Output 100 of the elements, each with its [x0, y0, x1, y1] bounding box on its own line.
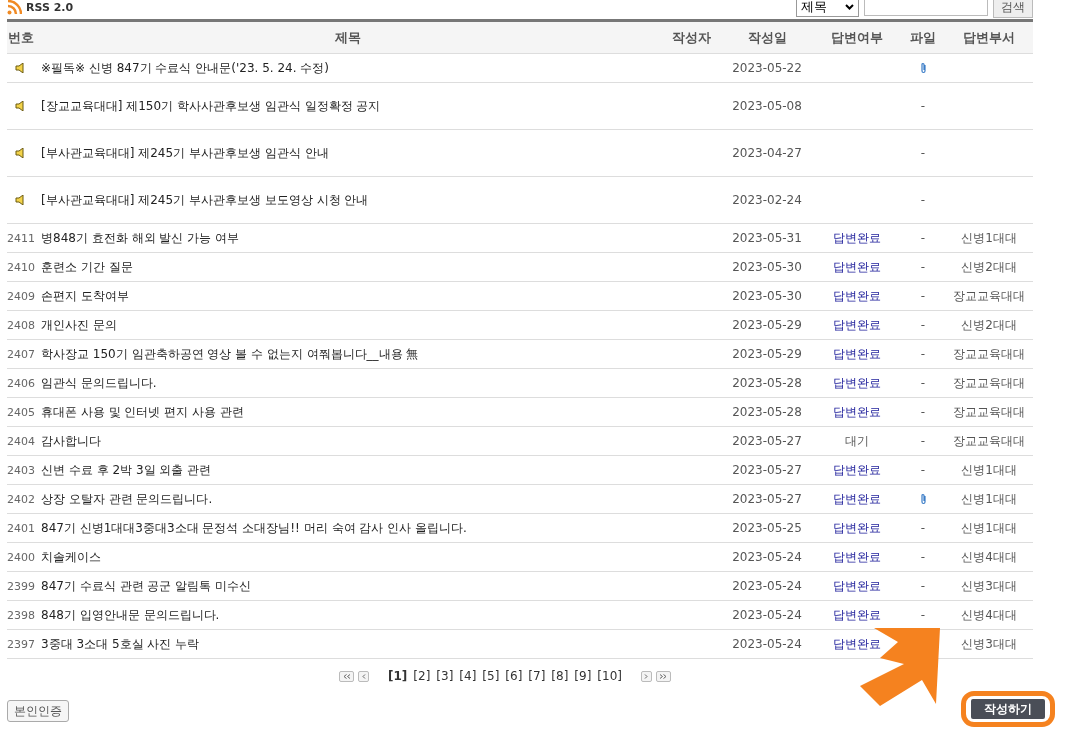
answer-status: 답변완료: [833, 606, 881, 624]
search-field[interactable]: [864, 0, 988, 16]
page-link[interactable]: [4]: [459, 669, 477, 683]
rss-label[interactable]: RSS 2.0: [26, 0, 74, 14]
post-number: 2408: [7, 318, 35, 332]
page-link[interactable]: [2]: [413, 669, 431, 683]
post-date: 2023-05-30: [732, 289, 802, 303]
column-header: 답변여부: [830, 28, 884, 47]
post-title[interactable]: 847기 신병1대대3중대3소대 문정석 소대장님!! 머리 숙여 감사 인사 올립니다.: [35, 519, 467, 537]
search-type-select[interactable]: 제목: [796, 0, 859, 17]
post-number: 2406: [7, 376, 35, 390]
page-link[interactable]: [6]: [505, 669, 523, 683]
post-title[interactable]: 개인사진 문의: [35, 316, 117, 334]
post-title[interactable]: 상장 오탈자 관련 문의드립니다.: [35, 490, 213, 508]
post-title[interactable]: 훈련소 기간 질문: [35, 258, 133, 276]
page-link[interactable]: [3]: [436, 669, 454, 683]
file-dash: -: [920, 434, 926, 448]
column-header: 제목: [334, 28, 362, 47]
post-title[interactable]: 학사장교 150기 임관축하공연 영상 볼 수 없는지 여쭤봅니다__내용 無: [35, 345, 419, 363]
answer-status: 답변완료: [833, 577, 881, 595]
post-date: 2023-05-24: [732, 579, 802, 593]
post-title[interactable]: 847기 수료식 관련 공군 알림톡 미수신: [35, 577, 251, 595]
page-link[interactable]: [10]: [597, 669, 622, 683]
post-date: 2023-05-08: [732, 99, 802, 113]
department: 신병1대대: [961, 229, 1017, 247]
post-title[interactable]: [장교교육대대] 제150기 학사사관후보생 임관식 일정확정 공지: [35, 97, 381, 115]
post-title[interactable]: 임관식 문의드립니다.: [35, 374, 157, 392]
answer-status: 답변완료: [833, 374, 881, 392]
post-title[interactable]: [부사관교육대대] 제245기 부사관후보생 보도영상 시청 안내: [35, 191, 369, 209]
file-dash: -: [920, 463, 926, 477]
next-page-button[interactable]: [641, 670, 652, 682]
post-number: 2402: [7, 492, 35, 506]
file-dash: -: [920, 146, 926, 160]
prev-page-button[interactable]: [358, 670, 369, 682]
verify-button[interactable]: 본인인증: [7, 700, 69, 722]
page-link[interactable]: [5]: [482, 669, 500, 683]
rss-icon[interactable]: [7, 0, 22, 15]
search-button[interactable]: 검색: [993, 0, 1033, 18]
file-dash: -: [920, 347, 926, 361]
file-dash: -: [920, 521, 926, 535]
first-page-button[interactable]: [339, 670, 354, 682]
paperclip-icon[interactable]: [919, 62, 927, 74]
file-dash: -: [920, 405, 926, 419]
post-date: 2023-05-24: [732, 608, 802, 622]
post-number: 2403: [7, 463, 35, 477]
department: 신병1대대: [961, 461, 1017, 479]
post-title[interactable]: 3중대 3소대 5호실 사진 누락: [35, 635, 200, 653]
post-title[interactable]: 신변 수료 후 2박 3일 외출 관련: [35, 461, 212, 479]
file-dash: -: [920, 318, 926, 332]
chevron-icon: [644, 673, 649, 679]
file-dash: -: [920, 260, 926, 274]
post-number: 2409: [7, 289, 35, 303]
speaker-icon: [15, 101, 27, 111]
answer-status: 답변완료: [833, 287, 881, 305]
post-date: 2023-05-27: [732, 463, 802, 477]
write-button[interactable]: 작성하기: [971, 699, 1045, 719]
department: 신병3대대: [961, 577, 1017, 595]
answer-status: 답변완료: [833, 345, 881, 363]
post-number: 2401: [7, 521, 35, 535]
post-date: 2023-05-29: [732, 347, 802, 361]
post-title[interactable]: ※필독※ 신병 847기 수료식 안내문('23. 5. 24. 수정): [35, 59, 329, 77]
file-dash: -: [920, 550, 926, 564]
page-link[interactable]: [7]: [528, 669, 546, 683]
post-date: 2023-04-27: [732, 146, 802, 160]
answer-status: 답변완료: [833, 461, 881, 479]
post-date: 2023-05-24: [732, 550, 802, 564]
double-chevron-icon: [659, 673, 668, 679]
post-title[interactable]: 휴대폰 사용 및 인터넷 편지 사용 관련: [35, 403, 244, 421]
post-title[interactable]: 병848기 효전화 해외 발신 가능 여부: [35, 229, 239, 247]
post-title[interactable]: [부사관교육대대] 제245기 부사관후보생 임관식 안내: [35, 144, 329, 162]
chevron-icon: [361, 673, 366, 679]
answer-status: 답변완료: [833, 548, 881, 566]
department: 신병4대대: [961, 548, 1017, 566]
post-number: 2404: [7, 434, 35, 448]
file-dash: -: [920, 231, 926, 245]
double-chevron-icon: [342, 673, 351, 679]
department: 장교교육대대: [953, 287, 1025, 305]
post-date: 2023-05-29: [732, 318, 802, 332]
post-title[interactable]: 848기 입영안내문 문의드립니다.: [35, 606, 220, 624]
page-link[interactable]: [9]: [574, 669, 592, 683]
department: 신병1대대: [961, 519, 1017, 537]
answer-status: 답변완료: [833, 229, 881, 247]
last-page-button[interactable]: [656, 670, 671, 682]
post-number: 2399: [7, 579, 35, 593]
post-date: 2023-05-28: [732, 376, 802, 390]
page-link[interactable]: [8]: [551, 669, 569, 683]
post-number: 2410: [7, 260, 35, 274]
answer-status: 답변완료: [833, 490, 881, 508]
post-date: 2023-05-28: [732, 405, 802, 419]
page-link[interactable]: [1]: [388, 669, 408, 683]
post-title[interactable]: 감사합니다: [35, 432, 101, 450]
post-title[interactable]: 치솔케이스: [35, 548, 101, 566]
file-dash: -: [920, 608, 926, 622]
answer-status: 답변완료: [833, 258, 881, 276]
post-title[interactable]: 손편지 도착여부: [35, 287, 129, 305]
speaker-icon: [15, 148, 27, 158]
post-date: 2023-02-24: [732, 193, 802, 207]
paperclip-icon[interactable]: [919, 493, 927, 505]
post-number: 2411: [7, 231, 35, 245]
post-date: 2023-05-22: [732, 61, 802, 75]
